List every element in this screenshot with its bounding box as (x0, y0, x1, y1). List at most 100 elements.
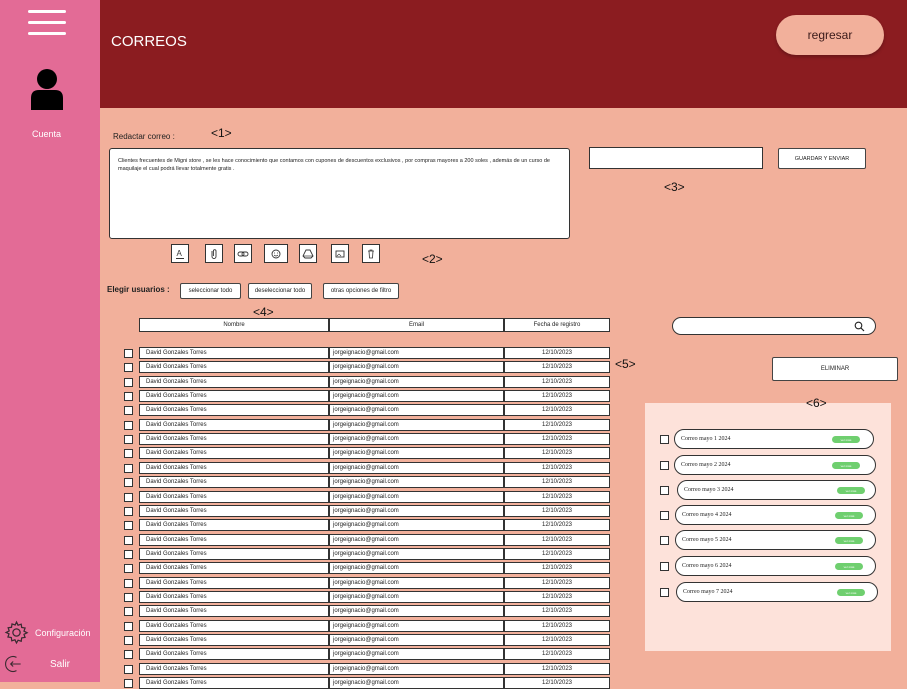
draft-item[interactable]: Correo mayo 6 2024 ver más (675, 556, 876, 576)
row-checkbox[interactable] (124, 406, 133, 415)
draft-checkbox[interactable] (660, 435, 669, 444)
row-checkbox[interactable] (124, 622, 133, 631)
user-date-cell: 12/10/2023 (504, 433, 610, 445)
attach-icon[interactable] (205, 244, 223, 263)
row-checkbox[interactable] (124, 478, 133, 487)
user-date-cell: 12/10/2023 (504, 663, 610, 675)
user-name-cell: David Gonzales Torres (139, 390, 329, 402)
deselect-all-button[interactable]: deseleccionar todo (248, 283, 312, 299)
column-header-email[interactable]: Email (329, 318, 504, 332)
row-checkbox[interactable] (124, 349, 133, 358)
row-checkbox[interactable] (124, 679, 133, 688)
user-date-cell: 12/10/2023 (504, 534, 610, 546)
user-name-cell: David Gonzales Torres (139, 476, 329, 488)
draft-item[interactable]: Correo mayo 1 2024 ver más (674, 429, 874, 449)
select-all-button[interactable]: seleccionar todo (180, 283, 241, 299)
draft-item[interactable]: Correo mayo 4 2024 ver más (675, 505, 876, 525)
user-email-cell: jorgeignacio@gmail.com (329, 562, 504, 574)
user-email-cell: jorgeignacio@gmail.com (329, 419, 504, 431)
draft-item[interactable]: Correo mayo 7 2024 ver más (676, 582, 878, 602)
view-more-button[interactable]: ver más (835, 537, 863, 544)
user-email-cell: jorgeignacio@gmail.com (329, 462, 504, 474)
emoji-icon[interactable] (264, 244, 288, 263)
gear-icon (4, 620, 29, 645)
user-email-cell: jorgeignacio@gmail.com (329, 605, 504, 617)
row-checkbox[interactable] (124, 392, 133, 401)
user-name-cell: David Gonzales Torres (139, 591, 329, 603)
row-checkbox[interactable] (124, 550, 133, 559)
row-checkbox[interactable] (124, 536, 133, 545)
user-date-cell: 12/10/2023 (504, 577, 610, 589)
row-checkbox[interactable] (124, 449, 133, 458)
image-icon[interactable] (331, 244, 349, 263)
row-checkbox[interactable] (124, 564, 133, 573)
row-checkbox[interactable] (124, 493, 133, 502)
view-more-button[interactable]: ver más (835, 512, 863, 519)
draft-checkbox[interactable] (660, 588, 669, 597)
user-icon[interactable] (30, 68, 64, 110)
draft-title: Correo mayo 3 2024 (684, 487, 734, 493)
search-icon[interactable] (854, 321, 865, 332)
text-format-icon[interactable]: A (171, 244, 189, 263)
view-more-button[interactable]: ver más (837, 589, 865, 596)
draft-checkbox[interactable] (660, 461, 669, 470)
row-checkbox[interactable] (124, 650, 133, 659)
compose-body: Clientes frecuentes de Migni store , se … (118, 158, 550, 172)
user-name-cell: David Gonzales Torres (139, 404, 329, 416)
menu-icon[interactable] (28, 10, 66, 36)
row-checkbox[interactable] (124, 378, 133, 387)
user-date-cell: 12/10/2023 (504, 591, 610, 603)
row-checkbox[interactable] (124, 464, 133, 473)
user-date-cell: 12/10/2023 (504, 376, 610, 388)
row-checkbox[interactable] (124, 579, 133, 588)
column-header-name[interactable]: Nombre (139, 318, 329, 332)
logout-link[interactable]: Salir (4, 654, 70, 674)
column-header-date[interactable]: Fecha de registro (504, 318, 610, 332)
row-checkbox[interactable] (124, 607, 133, 616)
draft-checkbox[interactable] (660, 486, 669, 495)
search-input[interactable] (672, 317, 876, 335)
user-name-cell: David Gonzales Torres (139, 433, 329, 445)
draft-checkbox[interactable] (660, 511, 669, 520)
user-name-cell: David Gonzales Torres (139, 361, 329, 373)
row-checkbox[interactable] (124, 593, 133, 602)
row-checkbox[interactable] (124, 636, 133, 645)
user-name-cell: David Gonzales Torres (139, 376, 329, 388)
draft-item[interactable]: Correo mayo 2 2024 ver más (674, 455, 876, 475)
user-name-cell: David Gonzales Torres (139, 491, 329, 503)
view-more-button[interactable]: ver más (832, 436, 860, 443)
row-checkbox[interactable] (124, 521, 133, 530)
draft-item[interactable]: Correo mayo 3 2024 ver más (677, 480, 876, 500)
user-date-cell: 12/10/2023 (504, 620, 610, 632)
save-send-button[interactable]: GUARDAR Y ENVIAR (778, 148, 866, 169)
user-email-cell: jorgeignacio@gmail.com (329, 648, 504, 660)
row-checkbox[interactable] (124, 665, 133, 674)
drive-icon[interactable] (299, 244, 317, 263)
compose-textarea[interactable]: Clientes frecuentes de Migni store , se … (109, 148, 570, 239)
subject-input[interactable] (589, 147, 763, 169)
user-email-cell: jorgeignacio@gmail.com (329, 447, 504, 459)
svg-text:A: A (177, 249, 183, 258)
user-date-cell: 12/10/2023 (504, 677, 610, 689)
sidebar: Cuenta Configuración Salir (0, 0, 100, 682)
draft-item[interactable]: Correo mayo 5 2024 ver más (675, 530, 876, 550)
row-checkbox[interactable] (124, 435, 133, 444)
back-button[interactable]: regresar (776, 15, 884, 55)
more-filters-button[interactable]: otras opciones de filtro (323, 283, 399, 299)
row-checkbox[interactable] (124, 507, 133, 516)
draft-checkbox[interactable] (660, 536, 669, 545)
draft-checkbox[interactable] (660, 562, 669, 571)
row-checkbox[interactable] (124, 363, 133, 372)
delete-button[interactable]: ELIMINAR (772, 357, 898, 381)
row-checkbox[interactable] (124, 421, 133, 430)
view-more-button[interactable]: ver más (835, 563, 863, 570)
account-label[interactable]: Cuenta (0, 129, 93, 139)
user-email-cell: jorgeignacio@gmail.com (329, 404, 504, 416)
view-more-button[interactable]: ver más (837, 487, 865, 494)
view-more-button[interactable]: ver más (832, 462, 860, 469)
draft-title: Correo mayo 6 2024 (682, 563, 732, 569)
top-header: CORREOS regresar (100, 0, 907, 108)
settings-link[interactable]: Configuración (4, 620, 91, 645)
trash-icon[interactable] (362, 244, 380, 263)
link-icon[interactable] (234, 244, 252, 263)
